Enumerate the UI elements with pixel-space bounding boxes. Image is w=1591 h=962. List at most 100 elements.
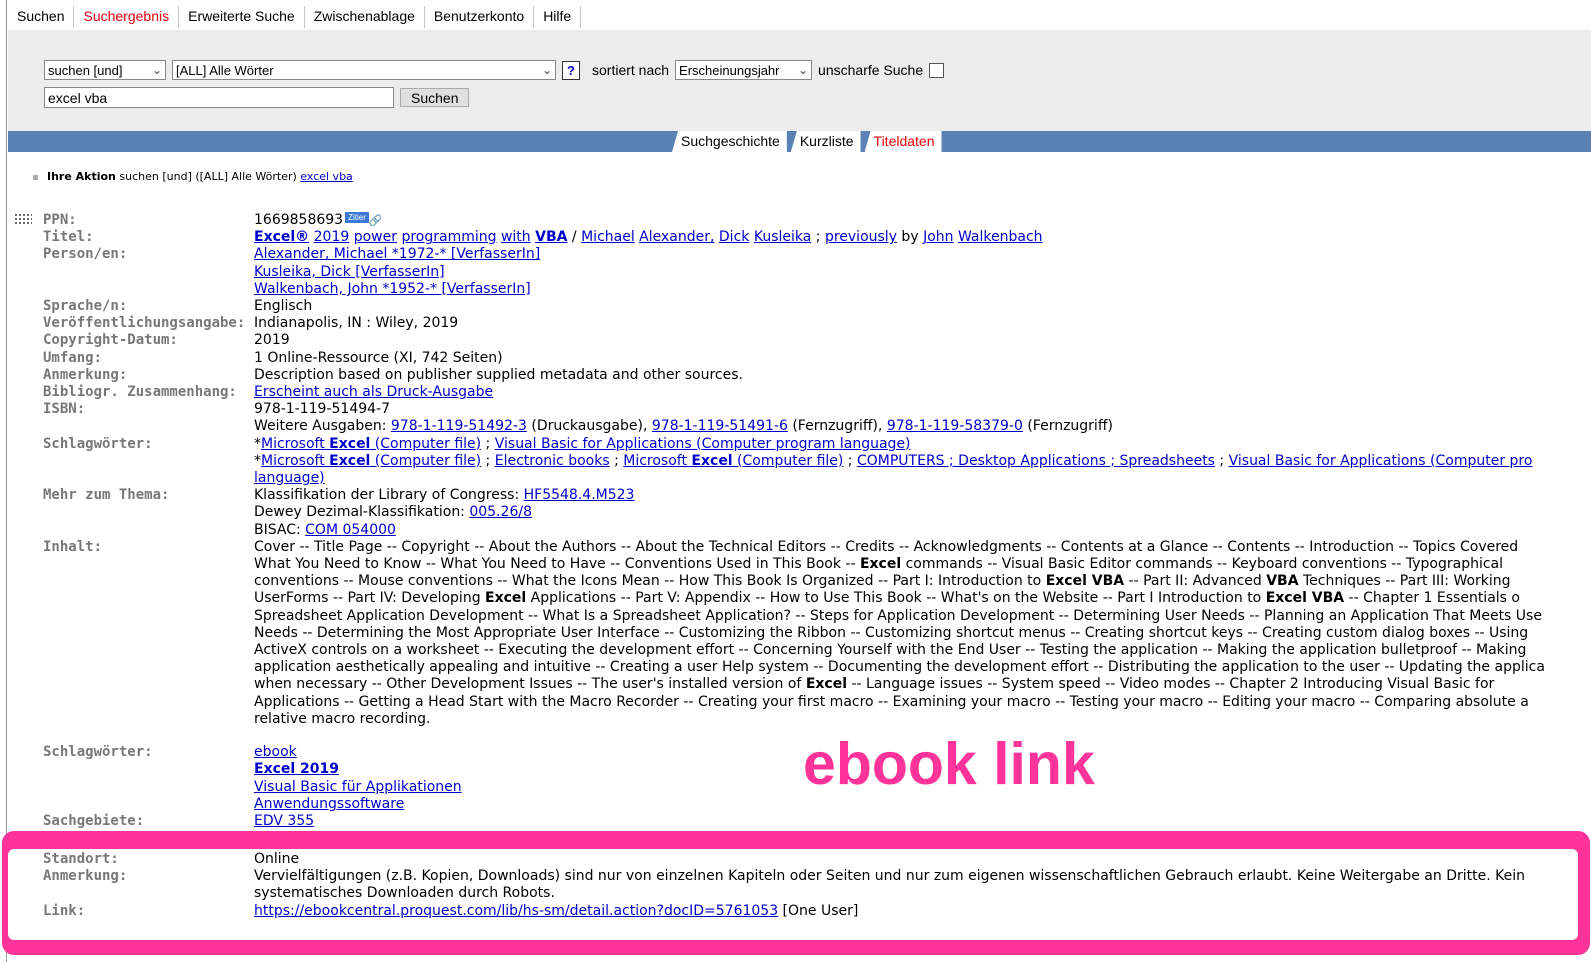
subject-link[interactable]: COMPUTERS ; Desktop Applications ; Sprea… bbox=[857, 453, 1215, 469]
subject-link[interactable]: Visual Basic for Applications (Computer … bbox=[1229, 453, 1533, 469]
isbn-note: (Druckausgabe), bbox=[526, 418, 652, 435]
contents-bold: Excel VBA bbox=[1265, 590, 1345, 607]
title-link[interactable]: VBA bbox=[535, 229, 567, 245]
tab-erweiterte-suche[interactable]: Erweiterte Suche bbox=[179, 6, 305, 28]
contents-bold: VBA bbox=[1266, 573, 1299, 590]
usage-note-continued: systematisches Downloaden durch Robots. bbox=[254, 885, 555, 902]
contents-line: Applications -- Getting a Head Start wit… bbox=[254, 693, 1529, 710]
unlink-icon: 🔗 bbox=[368, 214, 383, 227]
sort-select[interactable]: Erscheinungsjahr ⌄ bbox=[675, 60, 813, 80]
person-link[interactable]: Walkenbach, John *1952-* [VerfasserIn] bbox=[254, 281, 531, 297]
ebook-link-annotation: ebook link bbox=[803, 731, 1095, 797]
tab-kurzliste[interactable]: Kurzliste bbox=[790, 131, 861, 152]
cite-icon[interactable]: Zitier bbox=[345, 212, 369, 223]
fuzzy-search-label: unscharfe Suche bbox=[818, 62, 924, 78]
person-link[interactable]: Alexander, Michael *1972-* [VerfasserIn] bbox=[254, 246, 540, 262]
isbn-link[interactable]: 978-1-119-51492-3 bbox=[391, 418, 527, 434]
tab-titeldaten[interactable]: Titeldaten bbox=[864, 131, 942, 152]
operator-select[interactable]: suchen [und] ⌄ bbox=[44, 60, 166, 80]
search-input[interactable] bbox=[44, 87, 394, 108]
action-label: Ihre Aktion bbox=[47, 170, 116, 183]
tab-benutzerkonto[interactable]: Benutzerkonto bbox=[424, 6, 535, 28]
separator: ; bbox=[1214, 452, 1229, 469]
help-button[interactable]: ? bbox=[562, 60, 580, 80]
ddc-label: Dewey Dezimal-Klassifikation: bbox=[254, 504, 470, 521]
contents-text: Cover -- Title Page -- Copyright -- Abou… bbox=[254, 539, 1591, 728]
chevron-down-icon: ⌄ bbox=[797, 63, 809, 77]
field-select[interactable]: [ALL] Alle Wörter ⌄ bbox=[172, 60, 556, 80]
title-link[interactable]: 2019 bbox=[314, 229, 350, 245]
lcc-link[interactable]: HF5548.4.M523 bbox=[524, 487, 635, 503]
tab-suchen[interactable]: Suchen bbox=[8, 6, 75, 28]
subject-link[interactable]: Visual Basic for Applications (Computer … bbox=[495, 436, 911, 452]
subject-link[interactable]: language) bbox=[254, 470, 325, 486]
copyright-label: Copyright-Datum: bbox=[43, 332, 178, 349]
extent-label: Umfang: bbox=[43, 349, 103, 366]
subject-text: (Computer file) bbox=[732, 452, 844, 469]
tab-zwischenablage[interactable]: Zwischenablage bbox=[304, 6, 425, 28]
ebook-link[interactable]: https://ebookcentral.proquest.com/lib/hs… bbox=[254, 903, 778, 919]
contents-line: UserForms -- Part IV: Developing Excel A… bbox=[254, 590, 1520, 607]
sort-select-value: Erscheinungsjahr bbox=[679, 62, 780, 78]
tag-link[interactable]: Excel 2019 bbox=[254, 761, 339, 777]
holding-details: Standort: Online Anmerkung: Vervielfältigu… bbox=[43, 851, 1563, 920]
subject-areas-label: Sachgebiete: bbox=[43, 812, 145, 829]
print-edition-link[interactable]: Erscheint auch als Druck-Ausgabe bbox=[254, 384, 493, 400]
title-link[interactable]: with bbox=[501, 229, 531, 245]
subject-link[interactable]: Microsoft Excel (Computer file) bbox=[261, 453, 481, 469]
separator: ; bbox=[811, 229, 825, 246]
subject-link[interactable]: Microsoft Excel (Computer file) bbox=[623, 453, 843, 469]
author-link[interactable]: John bbox=[923, 229, 953, 245]
separator: ; bbox=[843, 452, 857, 469]
person-link[interactable]: Kusleika, Dick [VerfasserIn] bbox=[254, 264, 445, 280]
subject-area-link[interactable]: EDV 355 bbox=[254, 813, 314, 829]
previously-link[interactable]: previously bbox=[825, 229, 897, 245]
subject-link[interactable]: Microsoft Excel (Computer file) bbox=[261, 436, 481, 452]
subject-link[interactable]: Electronic books bbox=[495, 453, 610, 469]
ddc-link[interactable]: 005.26/8 bbox=[469, 504, 532, 520]
contents-bold: Excel bbox=[805, 676, 847, 693]
tab-suchergebnis[interactable]: Suchergebnis bbox=[74, 6, 180, 28]
note-value: Description based on publisher supplied … bbox=[254, 366, 743, 383]
search-button[interactable]: Suchen bbox=[400, 88, 470, 107]
tab-hilfe[interactable]: Hilfe bbox=[534, 6, 582, 28]
author-link[interactable]: Walkenbach bbox=[958, 229, 1043, 245]
action-query-link[interactable]: excel vba bbox=[300, 170, 353, 183]
usage-note: Vervielfältigungen (z.B. Kopien, Downloa… bbox=[254, 868, 1525, 885]
subjects-label: Schlagwörter: bbox=[43, 744, 153, 761]
separator: ; bbox=[609, 452, 624, 469]
by-text: by bbox=[896, 229, 924, 246]
title-link[interactable]: programming bbox=[401, 229, 496, 245]
field-select-value: [ALL] Alle Wörter bbox=[176, 62, 274, 78]
fuzzy-search-checkbox[interactable] bbox=[929, 62, 945, 78]
title-link[interactable]: power bbox=[354, 229, 397, 245]
lcc-label: Klassifikation der Library of Congress: bbox=[254, 487, 524, 504]
asterisk: * bbox=[254, 435, 261, 452]
title-link[interactable]: Excel® bbox=[254, 229, 309, 245]
result-tabs: Suchgeschichte Kurzliste Titeldaten bbox=[672, 131, 946, 152]
author-link[interactable]: Alexander, bbox=[639, 229, 714, 245]
isbn-label: ISBN: bbox=[43, 401, 86, 418]
isbn-note: (Fernzugriff), bbox=[787, 418, 887, 435]
isbn-link[interactable]: 978-1-119-58379-0 bbox=[887, 418, 1023, 434]
author-link[interactable]: Dick bbox=[719, 229, 749, 245]
isbn-note: (Fernzugriff) bbox=[1022, 418, 1113, 435]
other-editions-label: Weitere Ausgaben: bbox=[254, 418, 391, 435]
location-label: Standort: bbox=[43, 851, 119, 867]
title-label: Titel: bbox=[43, 229, 94, 246]
subject-bold: Excel bbox=[329, 435, 371, 452]
tab-suchgeschichte[interactable]: Suchgeschichte bbox=[672, 131, 787, 152]
publication-value: Indianapolis, IN : Wiley, 2019 bbox=[254, 315, 459, 332]
tag-link[interactable]: Visual Basic für Applikationen bbox=[254, 779, 462, 795]
bisac-link[interactable]: COM 054000 bbox=[305, 522, 396, 538]
tag-link[interactable]: ebook bbox=[254, 744, 297, 760]
link-label: Link: bbox=[43, 902, 86, 919]
author-link[interactable]: Michael bbox=[581, 229, 635, 245]
contents-line: conventions -- Mouse conventions -- What… bbox=[254, 573, 1511, 590]
tag-link[interactable]: Anwendungssoftware bbox=[254, 796, 404, 812]
separator: ; bbox=[481, 435, 495, 452]
author-link[interactable]: Kusleika bbox=[754, 229, 811, 245]
subject-bold: Excel bbox=[691, 452, 733, 469]
contents-bold: Excel bbox=[859, 556, 902, 573]
isbn-link[interactable]: 978-1-119-51491-6 bbox=[652, 418, 788, 434]
